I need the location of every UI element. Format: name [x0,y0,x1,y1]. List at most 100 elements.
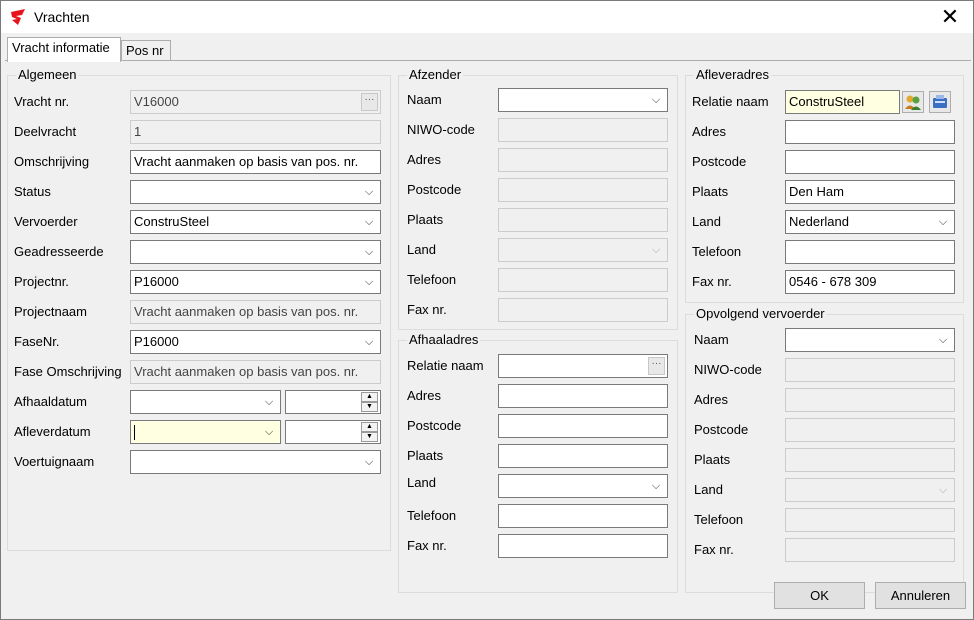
browse-dots-icon[interactable]: ··· [361,93,378,111]
aflever-telefoon-field[interactable] [785,240,955,264]
opvolgend-adres-field[interactable] [785,388,955,412]
afhaal-adres-field[interactable] [498,384,668,408]
spinner-buttons[interactable]: ▲ ▼ [361,422,378,442]
chevron-down-icon: ⌵ [938,216,948,228]
label-fase-omschrijving: Fase Omschrijving [14,364,122,379]
label-projectnr: Projectnr. [14,274,69,289]
label-projectnaam: Projectnaam [14,304,87,319]
afzender-adres-field[interactable] [498,148,668,172]
label-niwo-code: NIWO-code [407,122,475,137]
label-afhaaldatum: Afhaaldatum [14,394,87,409]
cancel-button[interactable]: Annuleren [875,582,966,609]
fasenr-value: P16000 [134,334,179,349]
label-land: Land [694,482,723,497]
afhaal-postcode-field[interactable] [498,414,668,438]
label-naam: Naam [694,332,729,347]
label-fasenr: FaseNr. [14,334,60,349]
afleverdatum-date[interactable]: ⌵ [130,420,281,444]
chevron-down-icon: ⌵ [364,186,374,198]
window-title: Vrachten [34,9,90,25]
geadresseerde-select[interactable]: ⌵ [130,240,381,264]
afzender-naam-select[interactable]: ⌵ [498,88,668,112]
voertuignaam-select[interactable]: ⌵ [130,450,381,474]
chevron-down-icon: ⌵ [264,426,274,438]
close-icon[interactable]: ✕ [935,3,965,31]
opvolgend-naam-select[interactable]: ⌵ [785,328,955,352]
fasenr-select[interactable]: P16000 ⌵ [130,330,381,354]
spin-up-icon[interactable]: ▲ [361,392,378,402]
ok-button[interactable]: OK [774,582,865,609]
tab-vracht-informatie[interactable]: Vracht informatie [7,37,121,62]
opvolgend-telefoon-field[interactable] [785,508,955,532]
aflever-land-value: Nederland [789,214,849,229]
afzender-postcode-field[interactable] [498,178,668,202]
contacts-icon-glyph [905,95,921,110]
label-voertuignaam: Voertuignaam [14,454,95,469]
aflever-fax-field[interactable]: 0546 - 678 309 [785,270,955,294]
label-relatie-naam: Relatie naam [407,358,484,373]
vervoerder-value: ConstruSteel [134,214,210,229]
afhaal-fax-field[interactable] [498,534,668,558]
group-algemeen: Algemeen Vracht nr. V16000 ··· Deelvrach… [7,67,391,551]
group-title: Afhaaladres [407,332,481,347]
aflever-land-select[interactable]: Nederland ⌵ [785,210,955,234]
opvolgend-niwo-field[interactable] [785,358,955,382]
aflever-postcode-field[interactable] [785,150,955,174]
afzender-telefoon-field[interactable] [498,268,668,292]
afhaal-telefoon-field[interactable] [498,504,668,528]
label-fax: Fax nr. [407,538,447,553]
afhaal-relatie-field[interactable]: ··· [498,354,668,378]
opvolgend-postcode-field[interactable] [785,418,955,442]
label-vervoerder: Vervoerder [14,214,78,229]
label-telefoon: Telefoon [692,244,742,259]
chevron-down-icon: ⌵ [938,484,948,496]
spinner-buttons[interactable]: ▲ ▼ [361,392,378,412]
vervoerder-select[interactable]: ConstruSteel ⌵ [130,210,381,234]
group-title: Algemeen [16,67,79,82]
aflevertijd-spinner[interactable]: ▲ ▼ [285,420,381,444]
opvolgend-fax-field[interactable] [785,538,955,562]
label-fax: Fax nr. [407,302,447,317]
projectnaam-field[interactable]: Vracht aanmaken op basis van pos. nr. [130,300,381,324]
vracht-nr-field[interactable]: V16000 ··· [130,90,381,114]
opvolgend-land-select[interactable]: ⌵ [785,478,955,502]
address-card-icon[interactable] [929,91,951,113]
label-land: Land [407,242,436,257]
tab-pos-nr[interactable]: Pos nr [121,40,171,61]
contacts-icon[interactable] [902,91,924,113]
label-land: Land [692,214,721,229]
opvolgend-plaats-field[interactable] [785,448,955,472]
label-niwo-code: NIWO-code [694,362,762,377]
spin-up-icon[interactable]: ▲ [361,422,378,432]
spin-down-icon[interactable]: ▼ [361,402,378,412]
omschrijving-field[interactable]: Vracht aanmaken op basis van pos. nr. [130,150,381,174]
label-relatie-naam: Relatie naam [692,94,769,109]
afzender-fax-field[interactable] [498,298,668,322]
chevron-down-icon: ⌵ [651,94,661,106]
afhaaldatum-date[interactable]: ⌵ [130,390,281,414]
dialog-client: Vracht informatie Pos nr Algemeen Vracht… [0,33,974,620]
browse-dots-icon[interactable]: ··· [648,357,665,375]
label-status: Status [14,184,51,199]
status-select[interactable]: ⌵ [130,180,381,204]
fase-omschrijving-field[interactable]: Vracht aanmaken op basis van pos. nr. [130,360,381,384]
afhaal-land-select[interactable]: ⌵ [498,474,668,498]
aflever-plaats-field[interactable]: Den Ham [785,180,955,204]
afzender-land-select[interactable]: ⌵ [498,238,668,262]
label-telefoon: Telefoon [694,512,744,527]
afzender-plaats-field[interactable] [498,208,668,232]
projectnr-select[interactable]: P16000 ⌵ [130,270,381,294]
label-postcode: Postcode [407,418,462,433]
label-plaats: Plaats [407,448,444,463]
afzender-niwo-field[interactable] [498,118,668,142]
deelvracht-field[interactable]: 1 [130,120,381,144]
afhaaltijd-spinner[interactable]: ▲ ▼ [285,390,381,414]
label-geadresseerde: Geadresseerde [14,244,104,259]
spin-down-icon[interactable]: ▼ [361,432,378,442]
aflever-relatie-field[interactable]: ConstruSteel [785,90,900,114]
label-deelvracht: Deelvracht [14,124,77,139]
group-title: Afleveradres [694,67,771,82]
label-fax: Fax nr. [694,542,734,557]
afhaal-plaats-field[interactable] [498,444,668,468]
aflever-adres-field[interactable] [785,120,955,144]
